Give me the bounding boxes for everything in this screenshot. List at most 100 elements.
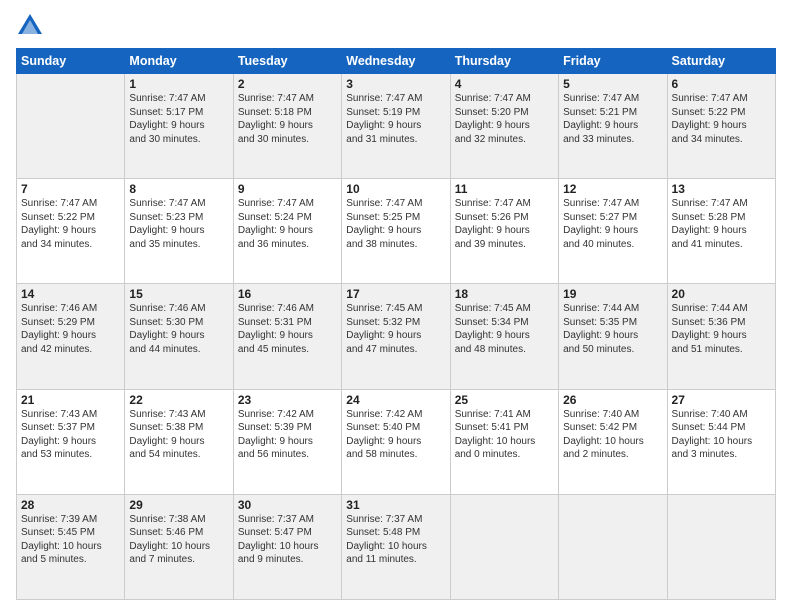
calendar-cell: 26Sunrise: 7:40 AMSunset: 5:42 PMDayligh…: [559, 389, 667, 494]
header-day-monday: Monday: [125, 49, 233, 74]
calendar-cell: 6Sunrise: 7:47 AMSunset: 5:22 PMDaylight…: [667, 74, 775, 179]
day-number: 29: [129, 498, 228, 512]
day-number: 8: [129, 182, 228, 196]
calendar-cell: [450, 494, 558, 599]
day-number: 17: [346, 287, 445, 301]
logo-icon: [16, 12, 44, 40]
calendar-cell: 7Sunrise: 7:47 AMSunset: 5:22 PMDaylight…: [17, 179, 125, 284]
cell-text: Sunrise: 7:47 AMSunset: 5:22 PMDaylight:…: [21, 197, 120, 251]
day-number: 18: [455, 287, 554, 301]
day-number: 7: [21, 182, 120, 196]
cell-text: Sunrise: 7:47 AMSunset: 5:22 PMDaylight:…: [672, 92, 771, 146]
calendar-cell: 17Sunrise: 7:45 AMSunset: 5:32 PMDayligh…: [342, 284, 450, 389]
cell-text: Sunrise: 7:47 AMSunset: 5:28 PMDaylight:…: [672, 197, 771, 251]
header-day-sunday: Sunday: [17, 49, 125, 74]
cell-text: Sunrise: 7:47 AMSunset: 5:20 PMDaylight:…: [455, 92, 554, 146]
header-day-wednesday: Wednesday: [342, 49, 450, 74]
calendar-cell: 29Sunrise: 7:38 AMSunset: 5:46 PMDayligh…: [125, 494, 233, 599]
calendar-cell: 13Sunrise: 7:47 AMSunset: 5:28 PMDayligh…: [667, 179, 775, 284]
cell-text: Sunrise: 7:37 AMSunset: 5:48 PMDaylight:…: [346, 513, 445, 567]
cell-text: Sunrise: 7:47 AMSunset: 5:21 PMDaylight:…: [563, 92, 662, 146]
cell-text: Sunrise: 7:42 AMSunset: 5:40 PMDaylight:…: [346, 408, 445, 462]
calendar-cell: 19Sunrise: 7:44 AMSunset: 5:35 PMDayligh…: [559, 284, 667, 389]
calendar-cell: 24Sunrise: 7:42 AMSunset: 5:40 PMDayligh…: [342, 389, 450, 494]
calendar-cell: 4Sunrise: 7:47 AMSunset: 5:20 PMDaylight…: [450, 74, 558, 179]
day-number: 4: [455, 77, 554, 91]
day-number: 2: [238, 77, 337, 91]
calendar-cell: 9Sunrise: 7:47 AMSunset: 5:24 PMDaylight…: [233, 179, 341, 284]
cell-text: Sunrise: 7:47 AMSunset: 5:24 PMDaylight:…: [238, 197, 337, 251]
cell-text: Sunrise: 7:44 AMSunset: 5:35 PMDaylight:…: [563, 302, 662, 356]
cell-text: Sunrise: 7:39 AMSunset: 5:45 PMDaylight:…: [21, 513, 120, 567]
cell-text: Sunrise: 7:44 AMSunset: 5:36 PMDaylight:…: [672, 302, 771, 356]
day-number: 13: [672, 182, 771, 196]
cell-text: Sunrise: 7:40 AMSunset: 5:44 PMDaylight:…: [672, 408, 771, 462]
day-number: 24: [346, 393, 445, 407]
calendar-cell: 31Sunrise: 7:37 AMSunset: 5:48 PMDayligh…: [342, 494, 450, 599]
calendar-cell: 1Sunrise: 7:47 AMSunset: 5:17 PMDaylight…: [125, 74, 233, 179]
cell-text: Sunrise: 7:43 AMSunset: 5:37 PMDaylight:…: [21, 408, 120, 462]
calendar-cell: 5Sunrise: 7:47 AMSunset: 5:21 PMDaylight…: [559, 74, 667, 179]
calendar-week-0: 1Sunrise: 7:47 AMSunset: 5:17 PMDaylight…: [17, 74, 776, 179]
calendar-cell: 2Sunrise: 7:47 AMSunset: 5:18 PMDaylight…: [233, 74, 341, 179]
day-number: 15: [129, 287, 228, 301]
day-number: 16: [238, 287, 337, 301]
header-day-tuesday: Tuesday: [233, 49, 341, 74]
calendar-cell: 11Sunrise: 7:47 AMSunset: 5:26 PMDayligh…: [450, 179, 558, 284]
cell-text: Sunrise: 7:47 AMSunset: 5:19 PMDaylight:…: [346, 92, 445, 146]
calendar-cell: 14Sunrise: 7:46 AMSunset: 5:29 PMDayligh…: [17, 284, 125, 389]
cell-text: Sunrise: 7:47 AMSunset: 5:27 PMDaylight:…: [563, 197, 662, 251]
calendar-cell: 12Sunrise: 7:47 AMSunset: 5:27 PMDayligh…: [559, 179, 667, 284]
calendar-week-3: 21Sunrise: 7:43 AMSunset: 5:37 PMDayligh…: [17, 389, 776, 494]
calendar-cell: 10Sunrise: 7:47 AMSunset: 5:25 PMDayligh…: [342, 179, 450, 284]
header: [16, 12, 776, 40]
day-number: 23: [238, 393, 337, 407]
calendar-cell: 3Sunrise: 7:47 AMSunset: 5:19 PMDaylight…: [342, 74, 450, 179]
calendar-cell: 22Sunrise: 7:43 AMSunset: 5:38 PMDayligh…: [125, 389, 233, 494]
calendar-week-4: 28Sunrise: 7:39 AMSunset: 5:45 PMDayligh…: [17, 494, 776, 599]
cell-text: Sunrise: 7:47 AMSunset: 5:18 PMDaylight:…: [238, 92, 337, 146]
cell-text: Sunrise: 7:37 AMSunset: 5:47 PMDaylight:…: [238, 513, 337, 567]
calendar-cell: 16Sunrise: 7:46 AMSunset: 5:31 PMDayligh…: [233, 284, 341, 389]
cell-text: Sunrise: 7:41 AMSunset: 5:41 PMDaylight:…: [455, 408, 554, 462]
calendar-cell: [559, 494, 667, 599]
day-number: 20: [672, 287, 771, 301]
calendar-cell: 15Sunrise: 7:46 AMSunset: 5:30 PMDayligh…: [125, 284, 233, 389]
day-number: 12: [563, 182, 662, 196]
day-number: 3: [346, 77, 445, 91]
cell-text: Sunrise: 7:46 AMSunset: 5:29 PMDaylight:…: [21, 302, 120, 356]
calendar-week-2: 14Sunrise: 7:46 AMSunset: 5:29 PMDayligh…: [17, 284, 776, 389]
header-day-thursday: Thursday: [450, 49, 558, 74]
day-number: 1: [129, 77, 228, 91]
cell-text: Sunrise: 7:47 AMSunset: 5:26 PMDaylight:…: [455, 197, 554, 251]
day-number: 30: [238, 498, 337, 512]
calendar-cell: 18Sunrise: 7:45 AMSunset: 5:34 PMDayligh…: [450, 284, 558, 389]
cell-text: Sunrise: 7:38 AMSunset: 5:46 PMDaylight:…: [129, 513, 228, 567]
cell-text: Sunrise: 7:40 AMSunset: 5:42 PMDaylight:…: [563, 408, 662, 462]
calendar-cell: 20Sunrise: 7:44 AMSunset: 5:36 PMDayligh…: [667, 284, 775, 389]
day-number: 25: [455, 393, 554, 407]
calendar-cell: 27Sunrise: 7:40 AMSunset: 5:44 PMDayligh…: [667, 389, 775, 494]
cell-text: Sunrise: 7:46 AMSunset: 5:30 PMDaylight:…: [129, 302, 228, 356]
day-number: 6: [672, 77, 771, 91]
day-number: 19: [563, 287, 662, 301]
calendar-week-1: 7Sunrise: 7:47 AMSunset: 5:22 PMDaylight…: [17, 179, 776, 284]
day-number: 26: [563, 393, 662, 407]
day-number: 22: [129, 393, 228, 407]
cell-text: Sunrise: 7:45 AMSunset: 5:34 PMDaylight:…: [455, 302, 554, 356]
cell-text: Sunrise: 7:43 AMSunset: 5:38 PMDaylight:…: [129, 408, 228, 462]
day-number: 28: [21, 498, 120, 512]
calendar-cell: 23Sunrise: 7:42 AMSunset: 5:39 PMDayligh…: [233, 389, 341, 494]
cell-text: Sunrise: 7:42 AMSunset: 5:39 PMDaylight:…: [238, 408, 337, 462]
cell-text: Sunrise: 7:47 AMSunset: 5:23 PMDaylight:…: [129, 197, 228, 251]
day-number: 14: [21, 287, 120, 301]
calendar-cell: 30Sunrise: 7:37 AMSunset: 5:47 PMDayligh…: [233, 494, 341, 599]
day-number: 11: [455, 182, 554, 196]
day-number: 5: [563, 77, 662, 91]
cell-text: Sunrise: 7:45 AMSunset: 5:32 PMDaylight:…: [346, 302, 445, 356]
day-number: 10: [346, 182, 445, 196]
day-number: 27: [672, 393, 771, 407]
cell-text: Sunrise: 7:47 AMSunset: 5:25 PMDaylight:…: [346, 197, 445, 251]
cell-text: Sunrise: 7:47 AMSunset: 5:17 PMDaylight:…: [129, 92, 228, 146]
calendar-cell: 8Sunrise: 7:47 AMSunset: 5:23 PMDaylight…: [125, 179, 233, 284]
